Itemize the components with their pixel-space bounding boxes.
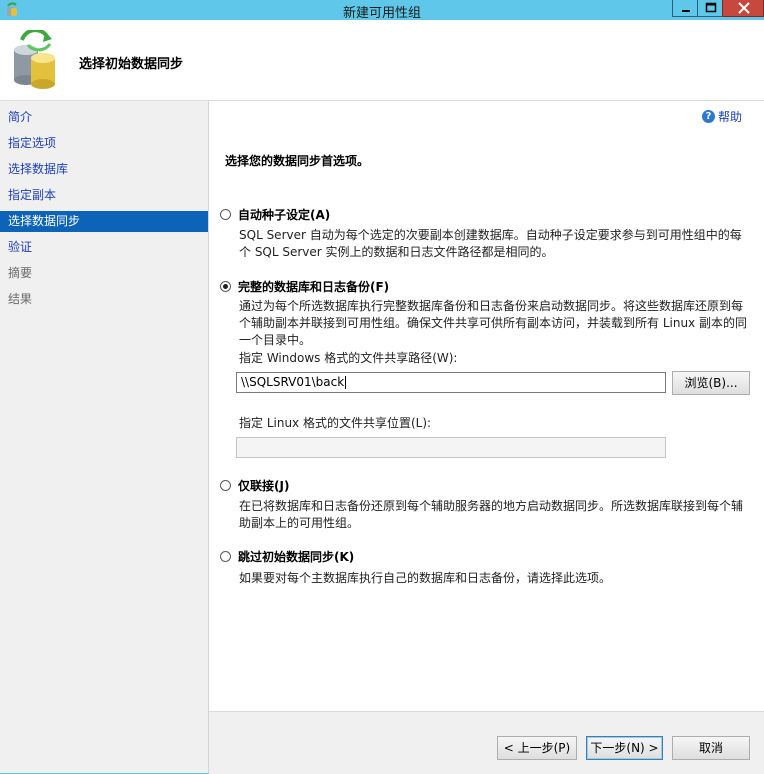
help-icon: ? bbox=[701, 110, 715, 123]
title-bar[interactable]: 新建可用性组 bbox=[0, 0, 764, 21]
nav-item-select-databases[interactable]: 选择数据库 bbox=[0, 159, 208, 180]
help-label: 帮助 bbox=[717, 110, 742, 124]
database-sync-icon bbox=[14, 30, 55, 89]
join-only-label[interactable]: 仅联接(J) bbox=[238, 477, 289, 494]
wizard-content: ? 帮助 选择您的数据同步首选项。 自动种子设定(A) SQL Server 自… bbox=[209, 101, 764, 774]
minimize-button[interactable] bbox=[672, 0, 698, 17]
full-backup-option[interactable]: 完整的数据库和日志备份(F) bbox=[220, 278, 389, 295]
minimize-icon bbox=[682, 10, 690, 12]
windows-share-label: 指定 Windows 格式的文件共享路径(W): bbox=[239, 351, 458, 365]
nav-item-specify-replicas[interactable]: 指定副本 bbox=[0, 185, 208, 206]
windows-share-path-value: \\SQLSRV01\back bbox=[241, 375, 345, 389]
close-icon bbox=[738, 2, 750, 14]
nav-item-intro[interactable]: 简介 bbox=[0, 107, 208, 128]
automatic-seeding-label[interactable]: 自动种子设定(A) bbox=[238, 206, 330, 223]
skip-sync-label[interactable]: 跳过初始数据同步(K) bbox=[238, 548, 354, 565]
browse-button[interactable]: 浏览(B)... bbox=[672, 371, 750, 395]
previous-button[interactable]: < 上一步(P) bbox=[497, 736, 577, 760]
section-title: 选择您的数据同步首选项。 bbox=[225, 154, 370, 168]
wizard-footer: < 上一步(P) 下一步(N) > 取消 bbox=[209, 711, 764, 774]
automatic-seeding-option[interactable]: 自动种子设定(A) bbox=[220, 206, 330, 223]
wizard-header: 选择初始数据同步 bbox=[0, 20, 764, 101]
page-title: 选择初始数据同步 bbox=[79, 57, 184, 72]
window-title: 新建可用性组 bbox=[342, 6, 421, 21]
text-caret bbox=[345, 376, 347, 389]
cancel-button[interactable]: 取消 bbox=[672, 736, 750, 760]
wizard-nav: 简介 指定选项 选择数据库 指定副本 选择数据同步 验证 摘要 结果 bbox=[0, 101, 209, 773]
nav-item-results: 结果 bbox=[8, 292, 33, 306]
next-button[interactable]: 下一步(N) > bbox=[586, 736, 663, 760]
join-only-radio[interactable] bbox=[220, 480, 231, 491]
nav-item-summary: 摘要 bbox=[8, 266, 33, 280]
close-button[interactable] bbox=[722, 0, 764, 17]
dialog-frame: 选择初始数据同步 简介 指定选项 选择数据库 指定副本 选择数据同步 验证 摘要… bbox=[0, 20, 764, 774]
full-backup-radio[interactable] bbox=[220, 281, 231, 292]
maximize-button[interactable] bbox=[697, 0, 723, 17]
automatic-seeding-radio[interactable] bbox=[220, 209, 231, 220]
join-only-description: 在已将数据库和日志备份还原到每个辅助服务器的地方启动数据同步。所选数据库联接到每… bbox=[239, 499, 744, 530]
nav-item-specify-options[interactable]: 指定选项 bbox=[0, 133, 208, 154]
maximize-icon bbox=[705, 2, 717, 13]
linux-share-label: 指定 Linux 格式的文件共享位置(L): bbox=[239, 416, 432, 430]
linux-share-path-input[interactable] bbox=[236, 437, 666, 458]
full-backup-description: 通过为每个所选数据库执行完整数据库备份和日志备份来启动数据同步。将这些数据库还原… bbox=[239, 299, 747, 347]
automatic-seeding-description: SQL Server 自动为每个选定的次要副本创建数据库。自动种子设定要求参与到… bbox=[239, 228, 742, 259]
skip-sync-description: 如果要对每个主数据库执行自己的数据库和日志备份，请选择此选项。 bbox=[239, 571, 612, 585]
full-backup-label[interactable]: 完整的数据库和日志备份(F) bbox=[238, 278, 389, 295]
nav-item-select-data-sync[interactable]: 选择数据同步 bbox=[0, 211, 208, 232]
skip-sync-radio[interactable] bbox=[220, 551, 231, 562]
help-link[interactable]: ? 帮助 bbox=[701, 108, 742, 125]
skip-sync-option[interactable]: 跳过初始数据同步(K) bbox=[220, 548, 354, 565]
join-only-option[interactable]: 仅联接(J) bbox=[220, 477, 289, 494]
windows-share-path-input[interactable]: \\SQLSRV01\back bbox=[236, 372, 666, 393]
nav-item-validation[interactable]: 验证 bbox=[0, 237, 208, 258]
